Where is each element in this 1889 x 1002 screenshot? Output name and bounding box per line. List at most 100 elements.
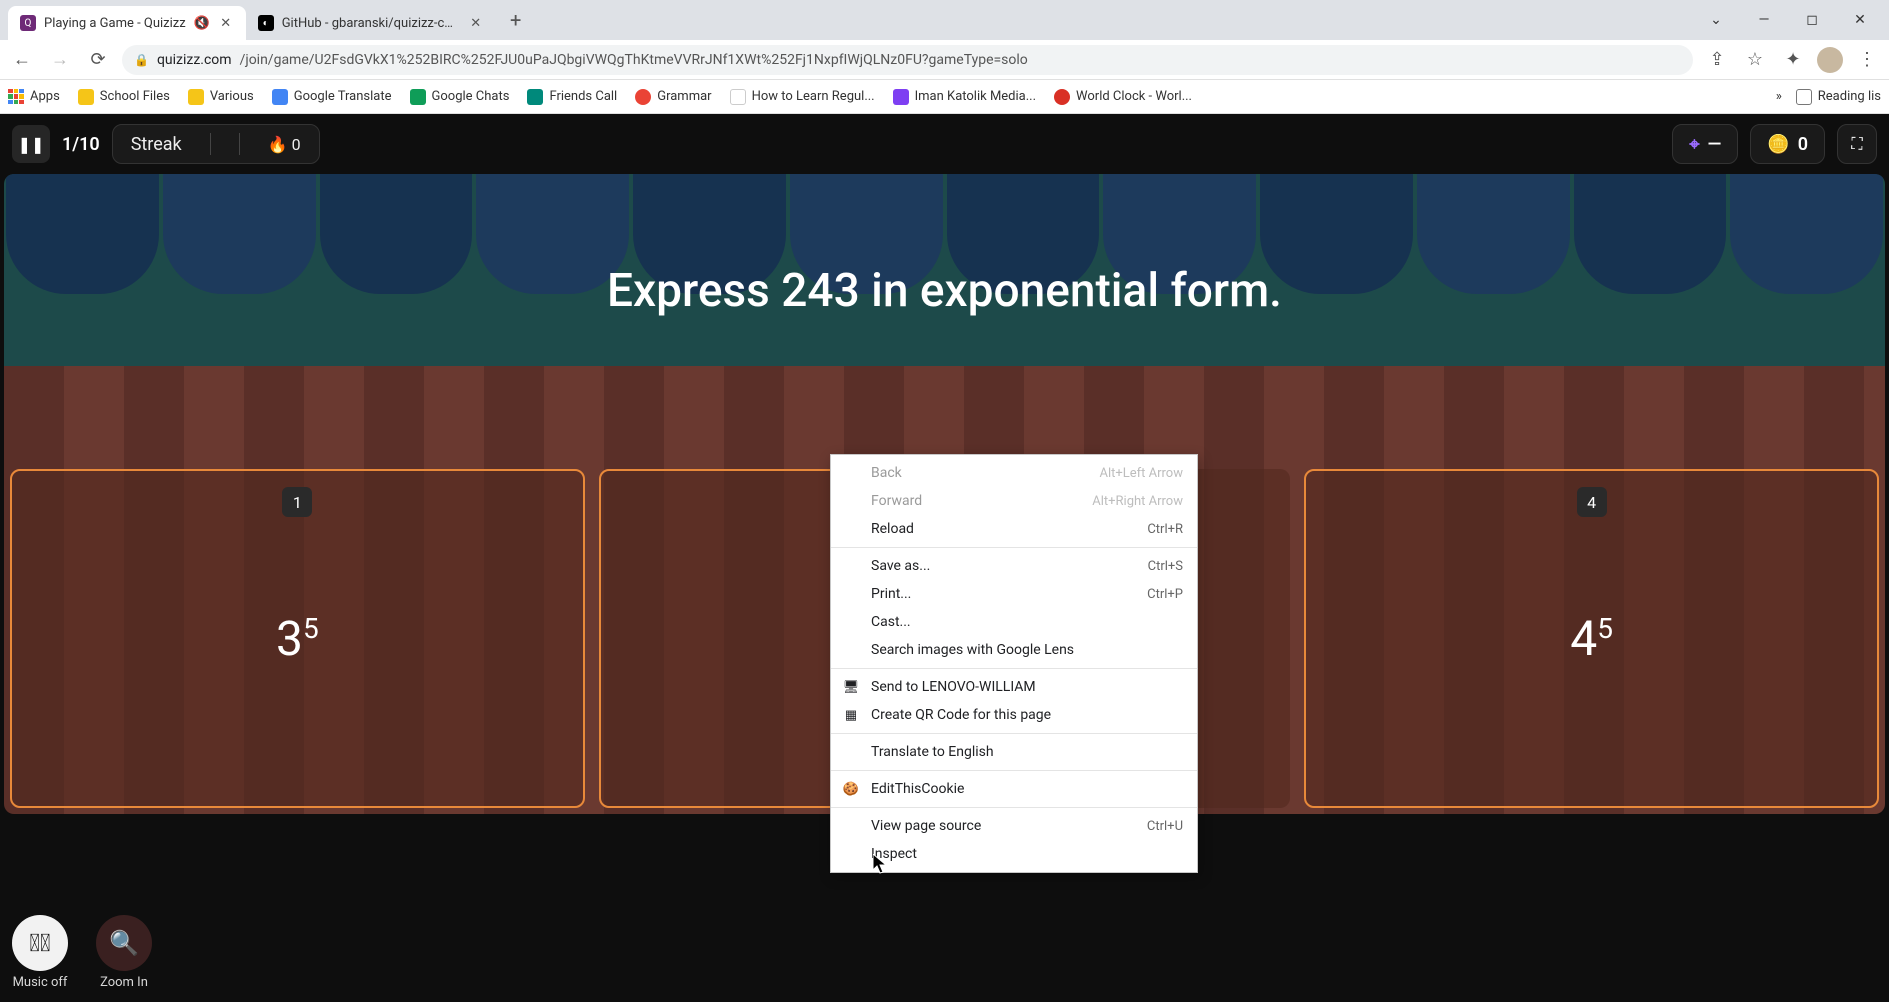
context-menu-item: Back Alt+Left Arrow (831, 459, 1197, 487)
qr-icon: ▦ (843, 707, 859, 723)
tab-title: GitHub - gbaranski/quizizz-chea (282, 16, 460, 31)
bookmark-item[interactable]: World Clock - Worl... (1054, 89, 1192, 105)
apps-button[interactable]: Apps (8, 89, 60, 105)
context-menu-label: Search images with Google Lens (871, 642, 1074, 658)
context-menu-item[interactable]: 🖥 Send to LENOVO-WILLIAM (831, 673, 1197, 701)
context-menu-item[interactable]: ▦ Create QR Code for this page (831, 701, 1197, 729)
folder-icon (78, 89, 94, 105)
new-tab-button[interactable]: + (502, 6, 530, 34)
bookmark-item[interactable]: Google Chats (410, 89, 510, 105)
reload-icon[interactable]: ⟳ (84, 46, 112, 74)
close-window-icon[interactable]: ✕ (1847, 12, 1873, 28)
context-menu-label: Create QR Code for this page (871, 707, 1051, 723)
rank-stat[interactable]: ⌖— (1672, 124, 1738, 164)
bookmark-item[interactable]: School Files (78, 89, 170, 105)
game-topbar: ❚❚ 1/10 Streak 🔥0 ⌖— 🪙0 ⛶ (0, 114, 1889, 174)
context-menu-label: Reload (871, 521, 914, 537)
context-menu-shortcut: Ctrl+S (1148, 559, 1183, 574)
context-menu-item: ForwardAlt+Right Arrow (831, 487, 1197, 515)
zoom-in-button[interactable]: 🔍 Zoom In (96, 915, 152, 990)
context-menu-item[interactable]: Search images with Google Lens (831, 636, 1197, 664)
tab-github[interactable]: ◐ GitHub - gbaranski/quizizz-chea ✕ (246, 6, 496, 40)
context-menu: Back Alt+Left Arrow ForwardAlt+Right Arrow… (830, 454, 1198, 873)
url-path: /join/game/U2FsdGVkX1%252BIRC%252FJU0uPa… (240, 52, 1028, 68)
answer-option-4[interactable]: 4 45 (1304, 469, 1879, 808)
bookmark-item[interactable]: Grammar (635, 89, 711, 105)
coins-icon: 🪙 (1767, 134, 1789, 155)
question-text: Express 243 in exponential form. (4, 264, 1885, 318)
chevron-down-icon[interactable]: ⌄ (1703, 12, 1729, 28)
context-menu-item[interactable]: Save as... Ctrl+S (831, 552, 1197, 580)
context-menu-label: Print... (871, 586, 911, 602)
context-menu-label: Save as... (871, 558, 930, 574)
context-menu-label: Back (871, 465, 902, 481)
context-menu-item[interactable]: Translate to English (831, 738, 1197, 766)
music-label: Music off (13, 975, 68, 990)
tab-strip: Q Playing a Game - Quizizz 🔇 ✕ ◐ GitHub … (0, 0, 1889, 40)
forward-icon[interactable]: → (46, 46, 74, 74)
share-icon[interactable]: ⇪ (1703, 46, 1731, 74)
profile-avatar[interactable] (1817, 47, 1843, 73)
extensions-icon[interactable]: ✦ (1779, 46, 1807, 74)
github-favicon-icon: ◐ (258, 15, 274, 31)
page-icon (730, 89, 746, 105)
lock-icon[interactable]: 🔒 (134, 53, 149, 67)
clock-icon (1054, 89, 1070, 105)
context-menu-item[interactable]: 🍪EditThisCookie (831, 775, 1197, 803)
answer-number: 4 (1577, 487, 1607, 517)
folder-icon (188, 89, 204, 105)
close-icon[interactable]: ✕ (468, 15, 484, 31)
back-icon[interactable]: ← (8, 46, 36, 74)
mute-icon[interactable]: 🔇 (194, 15, 210, 31)
translate-icon (272, 89, 288, 105)
divider (239, 133, 240, 155)
streak-label: Streak (131, 134, 182, 155)
streak-box: Streak 🔥0 (112, 124, 320, 164)
context-menu-item[interactable]: Print...Ctrl+P (831, 580, 1197, 608)
bookmark-item[interactable]: Google Translate (272, 89, 392, 105)
tab-quizizz[interactable]: Q Playing a Game - Quizizz 🔇 ✕ (8, 6, 246, 40)
context-menu-item[interactable]: Reload Ctrl+R (831, 515, 1197, 543)
chat-icon (410, 89, 426, 105)
reading-list-button[interactable]: Reading lis (1796, 89, 1881, 105)
question-progress: 1/10 (62, 134, 100, 155)
answer-option-3[interactable] (1188, 469, 1291, 808)
fullscreen-button[interactable]: ⛶ (1837, 124, 1877, 164)
pause-button[interactable]: ❚❚ (12, 125, 50, 163)
device-icon: 🖥 (843, 679, 859, 695)
context-menu-item[interactable]: View page sourceCtrl+U (831, 812, 1197, 840)
bookmark-item[interactable]: How to Learn Regul... (730, 89, 875, 105)
window-controls: ⌄ — ◻ ✕ (1703, 12, 1881, 28)
zoom-label: Zoom In (100, 975, 148, 990)
url-bar[interactable]: 🔒 quizizz.com/join/game/U2FsdGVkX1%252BI… (122, 45, 1693, 75)
close-icon[interactable]: ✕ (218, 15, 234, 31)
overflow-icon[interactable]: » (1776, 89, 1782, 104)
music-toggle[interactable]: ♪⃠ Music off (12, 915, 68, 990)
context-menu-shortcut: Ctrl+R (1147, 522, 1183, 537)
bookmark-item[interactable]: Iman Katolik Media... (893, 89, 1036, 105)
menu-icon[interactable]: ⋮ (1853, 46, 1881, 74)
zoom-in-icon: 🔍 (96, 915, 152, 971)
bookmark-item[interactable]: Friends Call (527, 89, 617, 105)
context-menu-label: Cast... (871, 614, 911, 630)
star-icon[interactable]: ☆ (1741, 46, 1769, 74)
maximize-icon[interactable]: ◻ (1799, 12, 1825, 28)
context-menu-label: Send to LENOVO-WILLIAM (871, 679, 1036, 695)
apps-label: Apps (30, 89, 60, 104)
coins-stat[interactable]: 🪙0 (1750, 124, 1825, 164)
right-stats: ⌖— 🪙0 ⛶ (1672, 124, 1877, 164)
answer-number: 1 (282, 487, 312, 517)
minimize-icon[interactable]: — (1751, 12, 1777, 28)
quizizz-favicon-icon: Q (20, 15, 36, 31)
context-menu-shortcut: Alt+Left Arrow (1099, 466, 1183, 481)
tab-title: Playing a Game - Quizizz (44, 16, 186, 31)
bookmark-item[interactable]: Various (188, 89, 254, 105)
media-icon (893, 89, 909, 105)
answer-text: 45 (1570, 610, 1613, 667)
context-menu-item[interactable]: Cast... (831, 608, 1197, 636)
cursor-icon (873, 854, 887, 874)
bottom-tools: ♪⃠ Music off 🔍 Zoom In (12, 915, 152, 990)
answer-option-1[interactable]: 1 35 (10, 469, 585, 808)
bookmarks-bar: Apps School Files Various Google Transla… (0, 80, 1889, 114)
url-domain: quizizz.com (157, 52, 232, 68)
